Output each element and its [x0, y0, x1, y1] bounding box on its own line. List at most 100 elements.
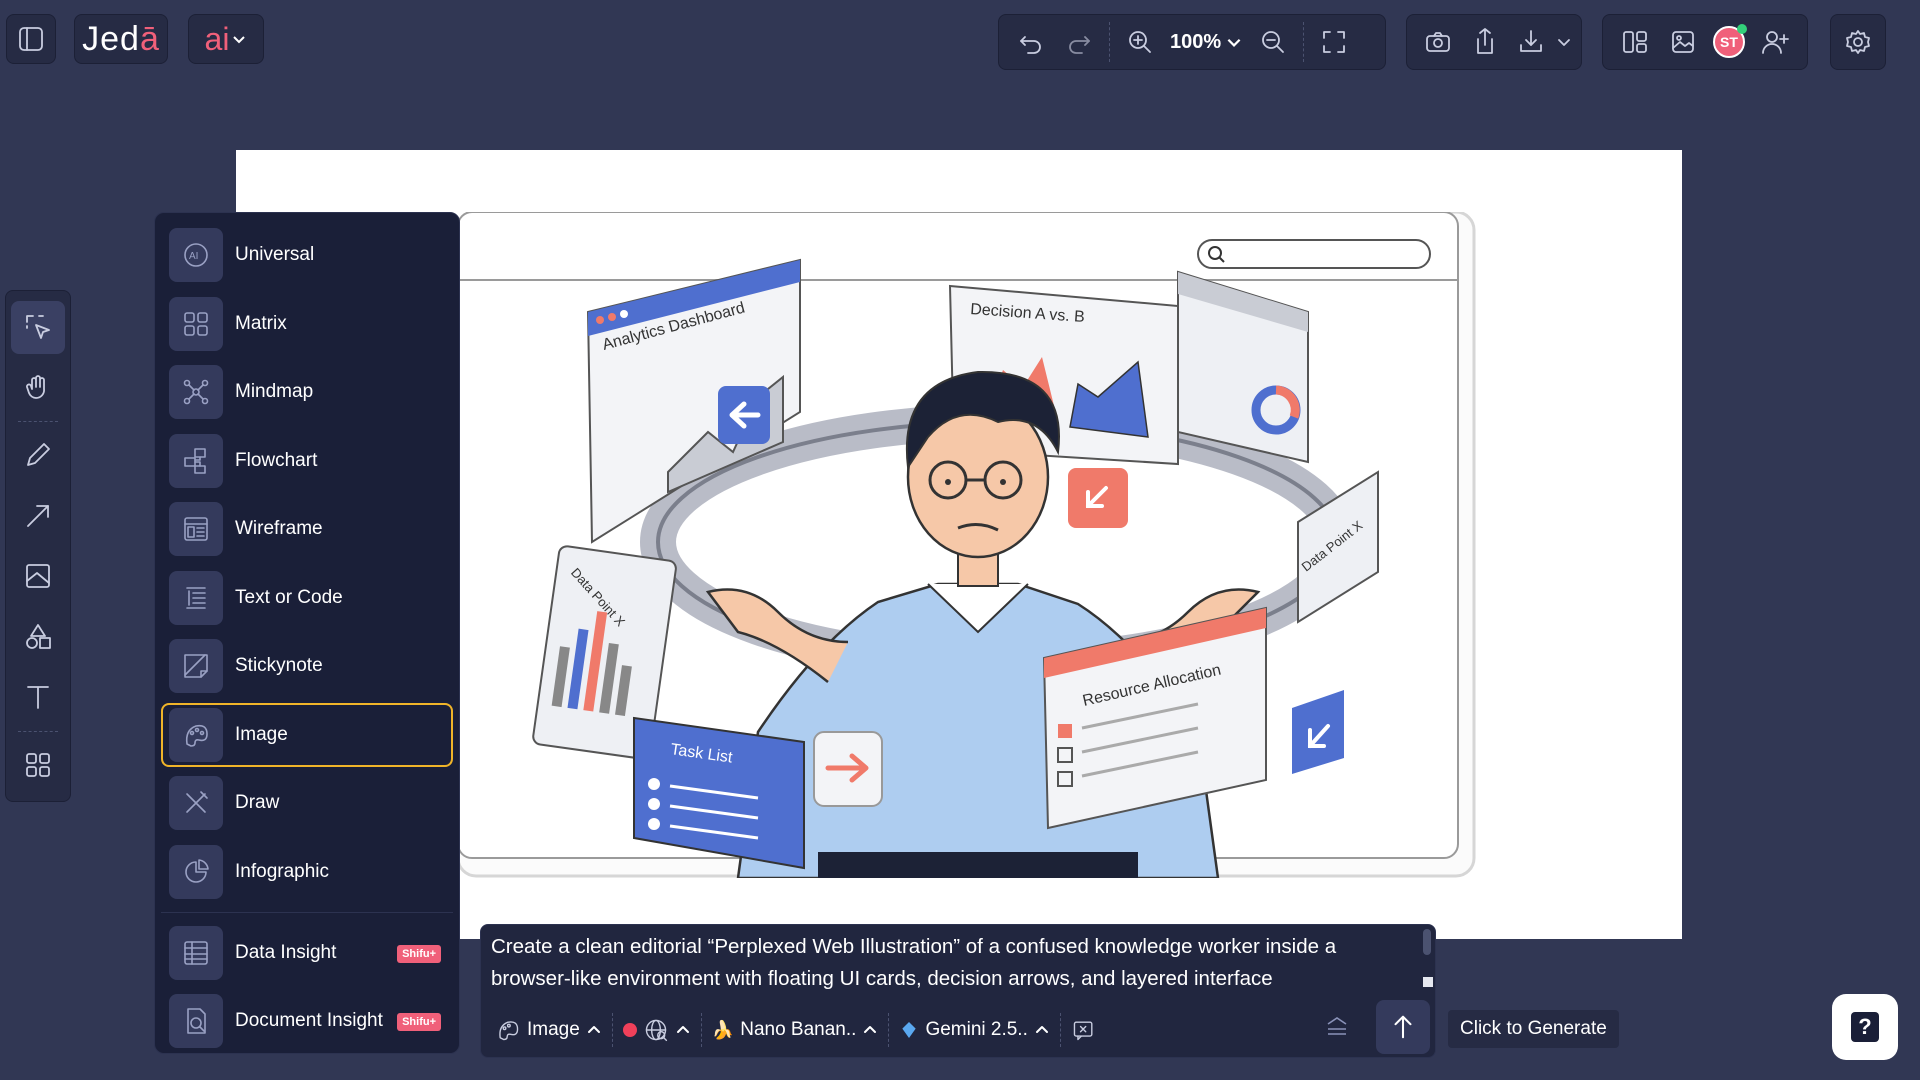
web-search-dropdown[interactable]: [617, 1010, 697, 1050]
toolbar-divider: [18, 730, 58, 732]
shapes-icon: [26, 623, 51, 649]
data-table-icon: [169, 925, 223, 980]
upload-icon[interactable]: [1461, 18, 1507, 66]
chevron-down-icon[interactable]: [1554, 18, 1573, 66]
sidebar-panel-icon: [16, 24, 46, 54]
llm-model-dropdown[interactable]: Gemini 2.5..: [893, 1010, 1055, 1050]
mode-dropdown[interactable]: Image: [489, 1010, 608, 1050]
menu-item-mindmap[interactable]: Mindmap: [161, 360, 453, 424]
undo-icon[interactable]: [1007, 18, 1055, 66]
chevron-down-icon: [233, 36, 246, 44]
fit-screen-icon[interactable]: [1310, 18, 1358, 66]
arrow-up-icon: [1394, 1015, 1412, 1039]
chat-close-icon: [1073, 1021, 1093, 1041]
download-icon[interactable]: [1508, 18, 1554, 66]
add-user-icon[interactable]: [1751, 18, 1799, 66]
user-avatar[interactable]: ST: [1713, 24, 1747, 58]
banana-icon: 🍌: [711, 1019, 735, 1040]
text-tool[interactable]: [11, 671, 65, 724]
illustration-search-bar: [1197, 239, 1431, 269]
clear-chat-button[interactable]: [1065, 1010, 1103, 1050]
menu-item-matrix[interactable]: Matrix: [161, 292, 453, 356]
select-tool[interactable]: [11, 301, 65, 354]
zoom-level-dropdown[interactable]: 100%: [1164, 31, 1249, 54]
menu-item-document-insight[interactable]: Document Insight Shifu+: [161, 989, 453, 1053]
menu-item-image[interactable]: Image: [161, 702, 453, 767]
ai-mode-dropdown[interactable]: ai: [188, 14, 264, 64]
menu-item-wireframe[interactable]: Wireframe: [161, 497, 453, 561]
ai-template-menu: AI Universal Matrix Mindmap Flowchart Wi…: [154, 212, 460, 1054]
toolbar-divider: [700, 1013, 702, 1047]
prompt-input[interactable]: Create a clean editorial “Perplexed Web …: [491, 931, 1411, 995]
menu-item-stickynote[interactable]: Stickynote: [161, 634, 453, 698]
image-model-dropdown[interactable]: 🍌 Nano Banan..: [706, 1010, 885, 1050]
help-button[interactable]: ?: [1832, 994, 1898, 1060]
generate-button[interactable]: [1376, 1000, 1430, 1054]
export-toolbar: [1406, 14, 1582, 70]
app-logo[interactable]: Jed ā: [74, 14, 168, 64]
sidebar-toggle-button[interactable]: [6, 14, 56, 64]
menu-item-universal[interactable]: AI Universal: [161, 223, 453, 287]
generated-illustration[interactable]: Data Point X Analytics Dashboard Decisio…: [458, 212, 1476, 878]
toolbar-divider: [888, 1013, 890, 1047]
image-frame-tool[interactable]: [11, 550, 65, 603]
templates-tool[interactable]: [11, 739, 65, 792]
prompt-toolbar: Image 🍌 Nano Banan.. Gemini 2.5..: [481, 1005, 1435, 1055]
camera-icon[interactable]: [1415, 18, 1461, 66]
text-icon: [27, 686, 49, 710]
palette-icon: [499, 1021, 519, 1041]
menu-item-label: Document Insight: [235, 1010, 383, 1031]
zoom-out-icon[interactable]: [1249, 18, 1297, 66]
logo-accent: ā: [139, 19, 160, 58]
chevron-up-icon: [1035, 1026, 1048, 1033]
view-share-toolbar: ST: [1602, 14, 1808, 70]
layout-panels-icon[interactable]: [1611, 18, 1659, 66]
shapes-tool[interactable]: [11, 611, 65, 664]
menu-item-text-code[interactable]: Text or Code: [161, 566, 453, 630]
collapse-icon[interactable]: [1322, 1010, 1358, 1046]
toolbar-divider: [611, 1013, 613, 1047]
gear-icon: [1843, 27, 1873, 57]
toolbar-divider: [1059, 1013, 1061, 1047]
mode-label: Image: [527, 1019, 580, 1040]
chevron-up-icon: [676, 1026, 689, 1033]
record-indicator: [622, 1023, 637, 1037]
ai-label: ai: [204, 20, 230, 57]
prompt-box: Create a clean editorial “Perplexed Web …: [480, 924, 1436, 1058]
prompt-scrollbar[interactable]: [1423, 929, 1431, 955]
document-insight-icon: [169, 994, 223, 1048]
globe-icon: [645, 1019, 667, 1042]
arrow-icon: [27, 504, 49, 527]
avatar-initials: ST: [1720, 34, 1738, 50]
image-frame-icon: [26, 564, 50, 589]
prompt-resize-handle[interactable]: [1423, 977, 1433, 987]
zoom-in-icon[interactable]: [1116, 18, 1164, 66]
menu-item-label: Infographic: [235, 860, 330, 882]
chevron-down-icon: [1227, 38, 1241, 47]
shifu-plus-badge: Shifu+: [397, 944, 441, 963]
gemini-diamond-icon: [902, 1022, 917, 1038]
chevron-up-icon: [587, 1026, 600, 1033]
select-cursor-icon: [26, 315, 50, 340]
apps-grid-icon: [26, 752, 50, 777]
stickynote-icon: [169, 639, 223, 693]
menu-item-label: Mindmap: [235, 381, 314, 402]
toolbar-divider: [18, 421, 58, 422]
draw-icon: [169, 776, 223, 830]
menu-item-draw[interactable]: Draw: [161, 771, 453, 835]
ai-chat-icon: AI: [169, 228, 223, 282]
image-icon: [169, 707, 223, 762]
menu-item-infographic[interactable]: Infographic: [161, 840, 453, 904]
arrow-tool[interactable]: [11, 490, 65, 543]
hand-tool[interactable]: [11, 362, 65, 415]
llm-model-label: Gemini 2.5..: [925, 1019, 1028, 1040]
redo-icon[interactable]: [1055, 18, 1103, 66]
settings-button[interactable]: [1830, 14, 1886, 70]
menu-item-data-insight[interactable]: Data Insight Shifu+: [161, 921, 453, 985]
generate-tooltip: Click to Generate: [1448, 1010, 1619, 1048]
logo-text: Jed: [82, 19, 140, 58]
pen-tool[interactable]: [11, 429, 65, 482]
infographic-icon: [169, 844, 223, 899]
menu-item-flowchart[interactable]: Flowchart: [161, 429, 453, 493]
gallery-icon[interactable]: [1659, 18, 1707, 66]
